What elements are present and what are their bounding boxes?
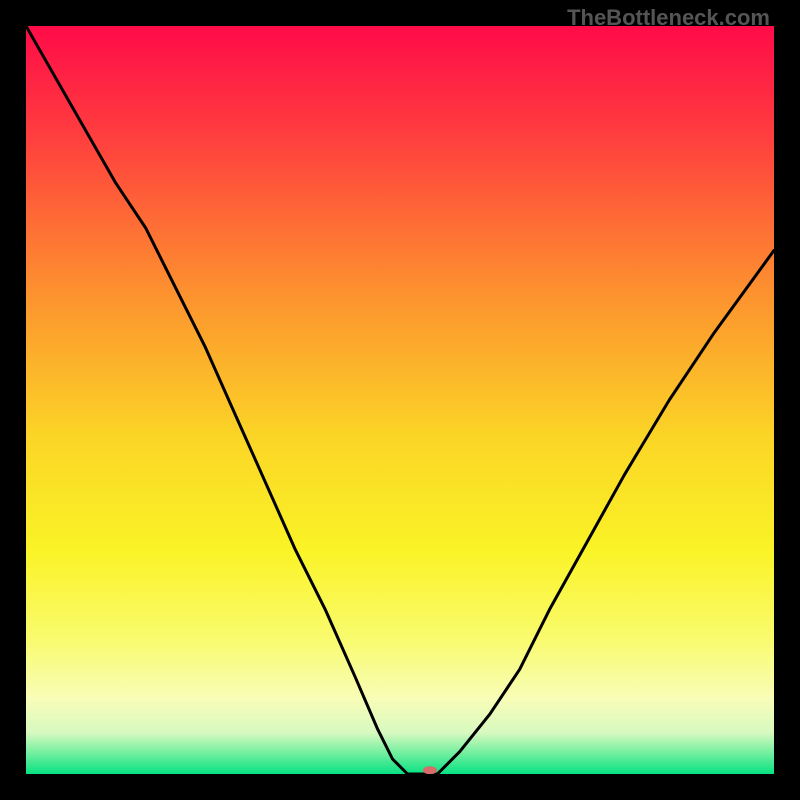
watermark-text: TheBottleneck.com [567, 5, 770, 31]
chart-container: TheBottleneck.com [0, 0, 800, 800]
minimum-marker [423, 766, 437, 774]
chart-svg [26, 26, 774, 774]
gradient-background [26, 26, 774, 774]
plot-area [26, 26, 774, 774]
